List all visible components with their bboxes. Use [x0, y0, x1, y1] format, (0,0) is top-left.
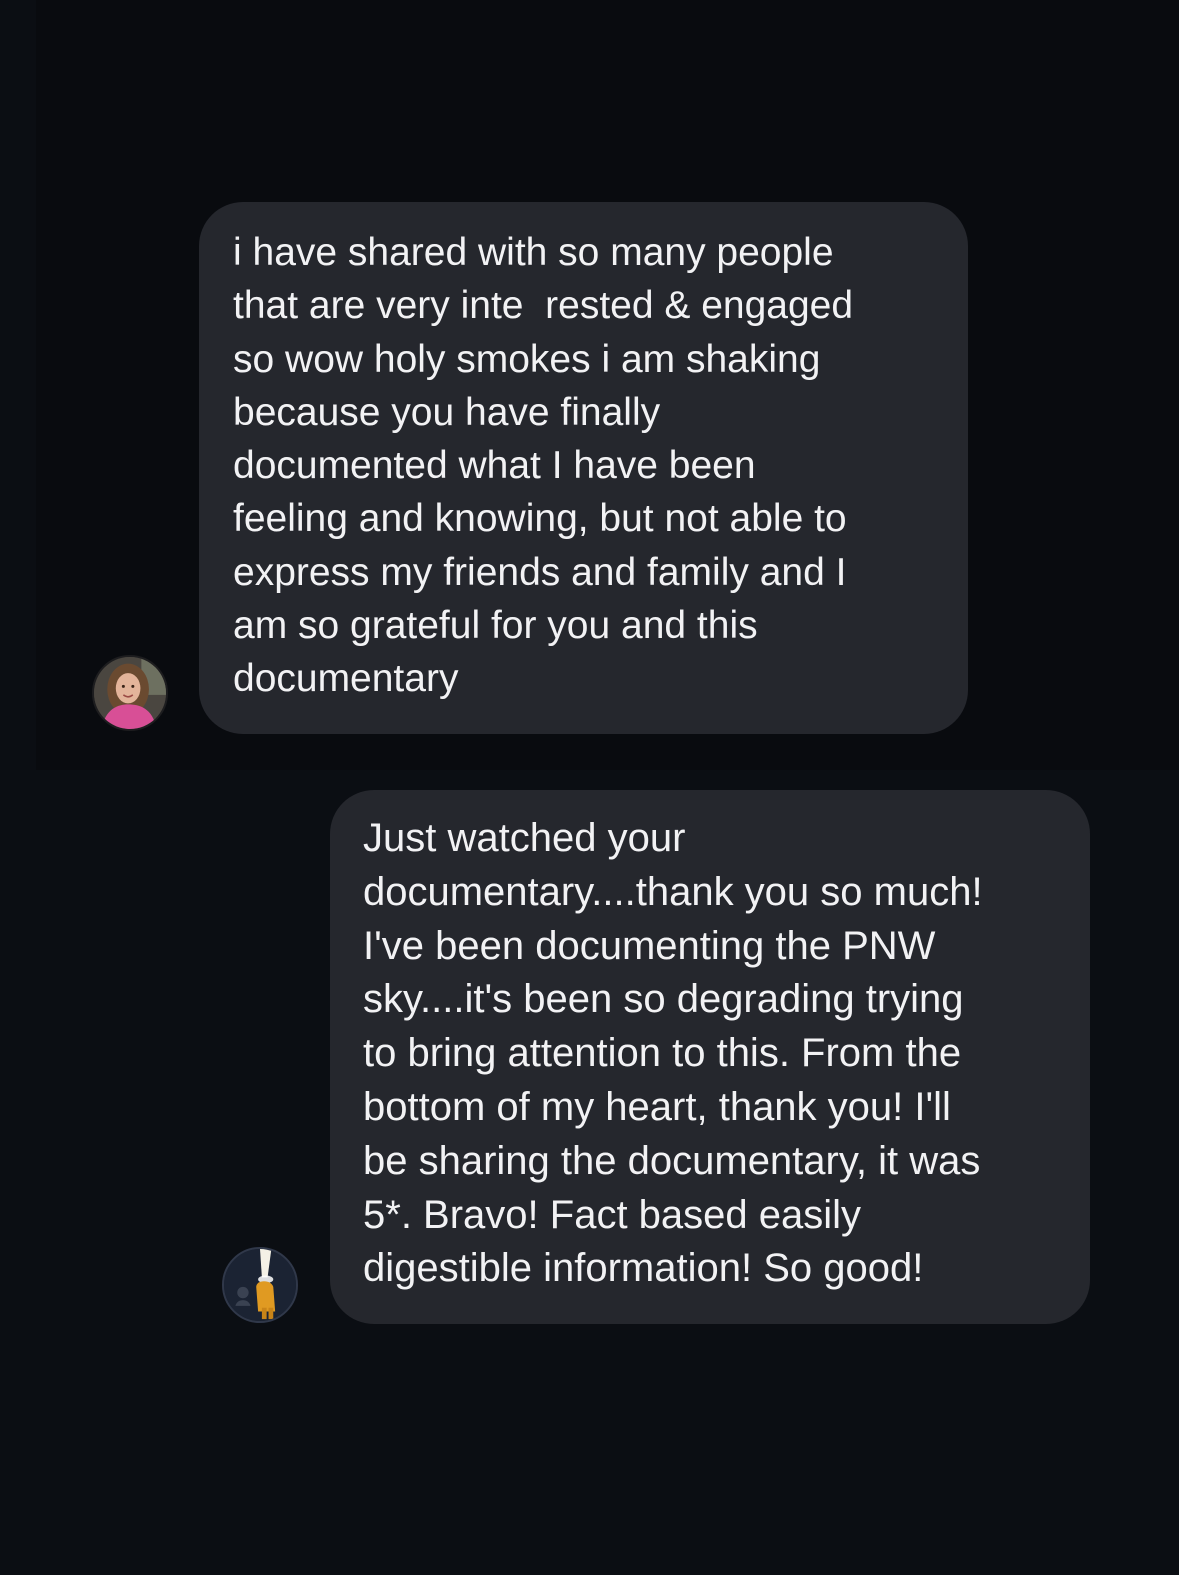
message-line: 5*. Bravo! Fact based easily	[363, 1192, 862, 1237]
message-line: feeling and knowing, but not able to	[233, 497, 847, 541]
message-line: am so grateful for you and this	[233, 604, 758, 648]
message-line: digestible information! So good!	[363, 1246, 924, 1291]
message-line: documentary	[233, 657, 459, 701]
message-bubble-2[interactable]: Just watched your documentary....thank y…	[330, 790, 1090, 1324]
message-line: express my friends and family and I	[233, 550, 847, 594]
message-bubble-1[interactable]: i have shared with so many people that a…	[199, 202, 968, 734]
message-line: that are very inte rested & engaged	[233, 284, 854, 328]
figure-with-light-avatar-icon	[224, 1249, 296, 1321]
message-line: documented what I have been	[233, 444, 756, 488]
message-line: Just watched your	[363, 816, 686, 860]
message-line: I've been documenting the PNW	[363, 923, 936, 968]
message-line: sky....it's been so degrading trying	[363, 977, 964, 1022]
message-line: to bring attention to this. From the	[363, 1031, 962, 1076]
message-line: be sharing the documentary, it was	[363, 1138, 981, 1183]
woman-portrait-avatar-icon	[94, 657, 166, 729]
sender-avatar-2[interactable]	[222, 1247, 298, 1323]
message-line: i have shared with so many people	[233, 231, 834, 274]
sender-avatar-1[interactable]	[92, 655, 168, 731]
message-line: documentary....thank you so much!	[363, 869, 983, 914]
message-line: bottom of my heart, thank you! I'll	[363, 1084, 951, 1129]
message-line: because you have finally	[233, 390, 661, 434]
message-line: so wow holy smokes i am shaking	[233, 337, 821, 381]
